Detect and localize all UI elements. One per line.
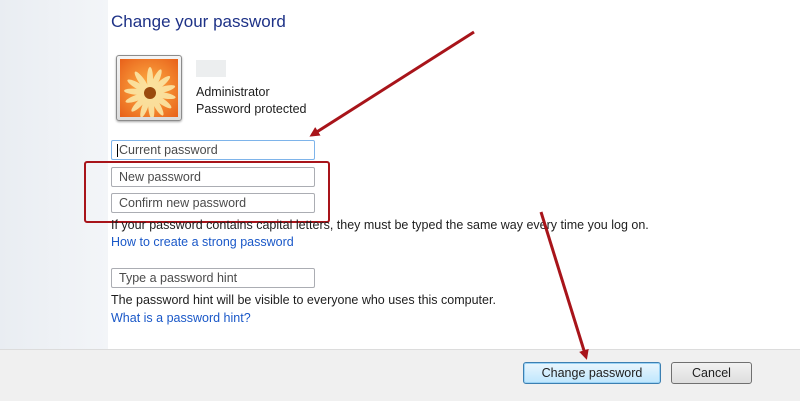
page-title: Change your password	[111, 12, 286, 31]
current-password-input[interactable]	[111, 140, 315, 160]
cancel-button[interactable]: Cancel	[671, 362, 752, 384]
user-avatar	[116, 55, 182, 121]
flower-avatar-icon	[120, 59, 178, 117]
password-hint-input[interactable]	[111, 268, 315, 288]
blurred-user-name	[196, 60, 226, 77]
user-status: Password protected	[196, 102, 307, 116]
capital-letters-note: If your password contains capital letter…	[111, 218, 649, 232]
user-role: Administrator	[196, 85, 270, 99]
change-password-button[interactable]: Change password	[523, 362, 661, 384]
hint-note: The password hint will be visible to eve…	[111, 293, 496, 307]
strong-password-link[interactable]: How to create a strong password	[111, 235, 294, 249]
text-caret	[117, 144, 118, 157]
highlight-box	[84, 161, 330, 223]
password-hint-link[interactable]: What is a password hint?	[111, 311, 251, 325]
